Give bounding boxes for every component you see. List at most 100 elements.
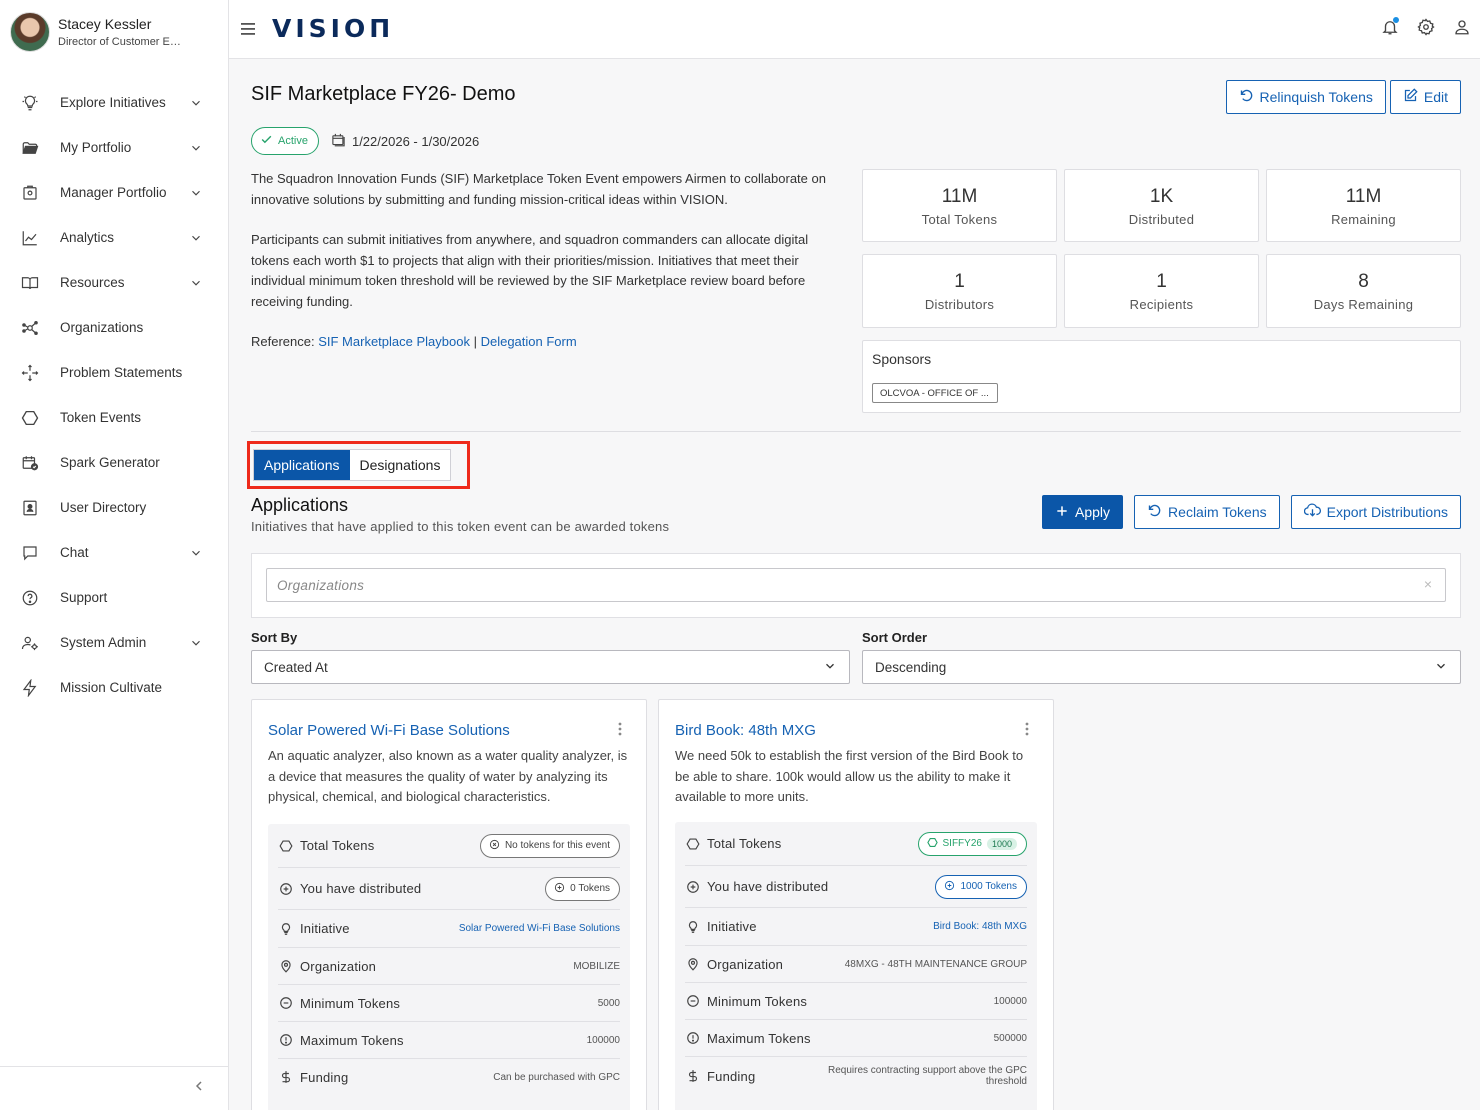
tab-designations[interactable]: Designations xyxy=(350,450,451,480)
apply-button[interactable]: Apply xyxy=(1042,495,1124,529)
sponsors-title: Sponsors xyxy=(872,351,932,367)
cloud-download-icon xyxy=(1303,503,1321,521)
sidebar-item-resources[interactable]: Resources xyxy=(0,260,228,305)
apply-label: Apply xyxy=(1075,504,1111,520)
plus-circle-icon xyxy=(685,879,701,895)
token-event-chip[interactable]: SIFFY26 1000 xyxy=(917,831,1027,856)
playbook-link[interactable]: SIF Marketplace Playbook xyxy=(318,334,470,349)
sidebar-item-explore-initiatives[interactable]: Explore Initiatives xyxy=(0,80,228,125)
application-card[interactable]: Bird Book: 48th MXG We need 50k to estab… xyxy=(658,699,1054,1110)
sidebar-item-chat[interactable]: Chat xyxy=(0,530,228,575)
max-tokens-value: 100000 xyxy=(586,1034,620,1046)
sidebar-item-my-portfolio[interactable]: My Portfolio xyxy=(0,125,228,170)
menu-icon[interactable] xyxy=(241,18,259,40)
chevron-down-icon xyxy=(186,636,206,650)
sidebar-item-manager-portfolio[interactable]: Manager Portfolio xyxy=(0,170,228,215)
description-paragraph: Participants can submit initiatives from… xyxy=(251,232,809,309)
sidebar-item-problem-statements[interactable]: Problem Statements xyxy=(0,350,228,395)
date-range-text: 1/22/2026 - 1/30/2026 xyxy=(351,133,480,149)
description-paragraph: The Squadron Innovation Funds (SIF) Mark… xyxy=(251,171,826,207)
notification-badge xyxy=(1393,17,1399,23)
hexagon-icon xyxy=(278,838,294,854)
application-card[interactable]: Solar Powered Wi-Fi Base Solutions An aq… xyxy=(251,699,647,1110)
collapse-sidebar-button[interactable] xyxy=(0,1066,228,1110)
minus-circle-icon xyxy=(278,995,294,1011)
plus-icon xyxy=(1055,504,1069,521)
avatar[interactable] xyxy=(10,12,50,52)
user-profile[interactable]: Stacey Kessler Director of Customer Expe… xyxy=(10,12,186,52)
total-tokens-row: Total Tokens SIFFY26 1000 xyxy=(685,822,1027,866)
funding-value: Can be purchased with GPC xyxy=(493,1071,620,1083)
vision-logo[interactable]: VISIOП xyxy=(272,14,394,43)
sidebar-nav: Explore Initiatives My Portfolio Manager… xyxy=(0,80,228,710)
more-vertical-icon[interactable] xyxy=(1021,720,1033,738)
stat-label: Recipients xyxy=(1129,297,1194,312)
sidebar-item-system-admin[interactable]: System Admin xyxy=(0,620,228,665)
stat-value: 11M xyxy=(941,186,978,207)
plus-circle-icon xyxy=(554,882,565,896)
delegation-form-link[interactable]: Delegation Form xyxy=(481,334,577,349)
distributed-chip[interactable]: 1000 Tokens xyxy=(935,874,1027,899)
initiative-row: Initiative Bird Book: 48th MXG xyxy=(685,908,1027,946)
sort-order-select[interactable]: Descending xyxy=(862,650,1461,684)
initiative-label: Initiative xyxy=(300,921,350,936)
header-actions: Relinquish Tokens Edit xyxy=(1225,80,1461,114)
export-distributions-button[interactable]: Export Distributions xyxy=(1290,495,1461,529)
sidebar-item-analytics[interactable]: Analytics xyxy=(0,215,228,260)
plus-circle-icon xyxy=(944,880,955,894)
applications-title: Applications xyxy=(251,495,349,515)
sidebar-item-label: Resources xyxy=(60,275,125,290)
card-description: An aquatic analyzer, also known as a wat… xyxy=(268,748,628,804)
account-button[interactable] xyxy=(1444,17,1480,41)
sidebar-item-label: Mission Cultivate xyxy=(60,680,163,695)
relinquish-tokens-button[interactable]: Relinquish Tokens xyxy=(1225,80,1386,114)
initiative-link[interactable]: Solar Powered Wi-Fi Base Solutions xyxy=(459,923,620,934)
card-title[interactable]: Solar Powered Wi-Fi Base Solutions xyxy=(268,722,510,739)
sidebar-item-organizations[interactable]: Organizations xyxy=(0,305,228,350)
briefcase-icon xyxy=(20,183,40,203)
user-name: Stacey Kessler xyxy=(58,16,152,32)
distributed-chip[interactable]: 0 Tokens xyxy=(545,876,620,901)
event-status-row: Active 1/22/2026 - 1/30/2026 xyxy=(251,127,479,155)
sidebar-item-token-events[interactable]: Token Events xyxy=(0,395,228,440)
sidebar-item-support[interactable]: Support xyxy=(0,575,228,620)
folder-open-icon xyxy=(20,138,40,158)
status-label: Active xyxy=(278,135,308,147)
gear-icon xyxy=(1417,17,1435,41)
sidebar: Stacey Kessler Director of Customer Exp e… xyxy=(0,0,229,1110)
sort-order-value: Descending xyxy=(875,659,947,675)
funding-row: Funding Can be purchased with GPC xyxy=(278,1059,620,1095)
card-title[interactable]: Bird Book: 48th MXG xyxy=(675,722,816,739)
undo-icon xyxy=(1239,88,1254,106)
chevron-down-icon xyxy=(186,96,206,110)
sidebar-item-label: Problem Statements xyxy=(60,365,183,380)
relinquish-tokens-label: Relinquish Tokens xyxy=(1259,89,1373,105)
token-event-chip-label: SIFFY26 xyxy=(942,838,982,849)
stat-label: Total Tokens xyxy=(921,212,998,227)
sidebar-item-spark-generator[interactable]: Spark Generator xyxy=(0,440,228,485)
map-pin-icon xyxy=(685,956,701,972)
organizations-filter-input[interactable] xyxy=(266,568,1446,602)
help-circle-icon xyxy=(20,588,40,608)
card-details: Total Tokens No tokens for this event Yo… xyxy=(268,824,630,1110)
sidebar-item-mission-cultivate[interactable]: Mission Cultivate xyxy=(0,665,228,710)
check-icon xyxy=(260,133,273,149)
initiative-link[interactable]: Bird Book: 48th MXG xyxy=(933,921,1027,932)
stat-label: Days Remaining xyxy=(1313,297,1414,312)
date-range: 1/22/2026 - 1/30/2026 xyxy=(331,132,479,150)
tab-applications[interactable]: Applications xyxy=(254,450,350,480)
notifications-button[interactable] xyxy=(1372,17,1408,41)
settings-button[interactable] xyxy=(1408,17,1444,41)
top-icons xyxy=(1372,17,1480,41)
more-vertical-icon[interactable] xyxy=(614,720,626,738)
sort-by-select[interactable]: Created At xyxy=(251,650,850,684)
clear-filter-icon[interactable]: × xyxy=(1424,576,1432,592)
event-description: The Squadron Innovation Funds (SIF) Mark… xyxy=(251,169,846,373)
organization-value: MOBILIZE xyxy=(573,960,620,972)
reclaim-tokens-button[interactable]: Reclaim Tokens xyxy=(1134,495,1280,529)
move-arrows-icon xyxy=(20,363,40,383)
page-title: SIF Marketplace FY26- Demo xyxy=(251,83,516,105)
sponsor-chip[interactable]: OLCVOA - OFFICE OF ... xyxy=(872,383,998,403)
sidebar-item-user-directory[interactable]: User Directory xyxy=(0,485,228,530)
edit-button[interactable]: Edit xyxy=(1389,80,1461,114)
